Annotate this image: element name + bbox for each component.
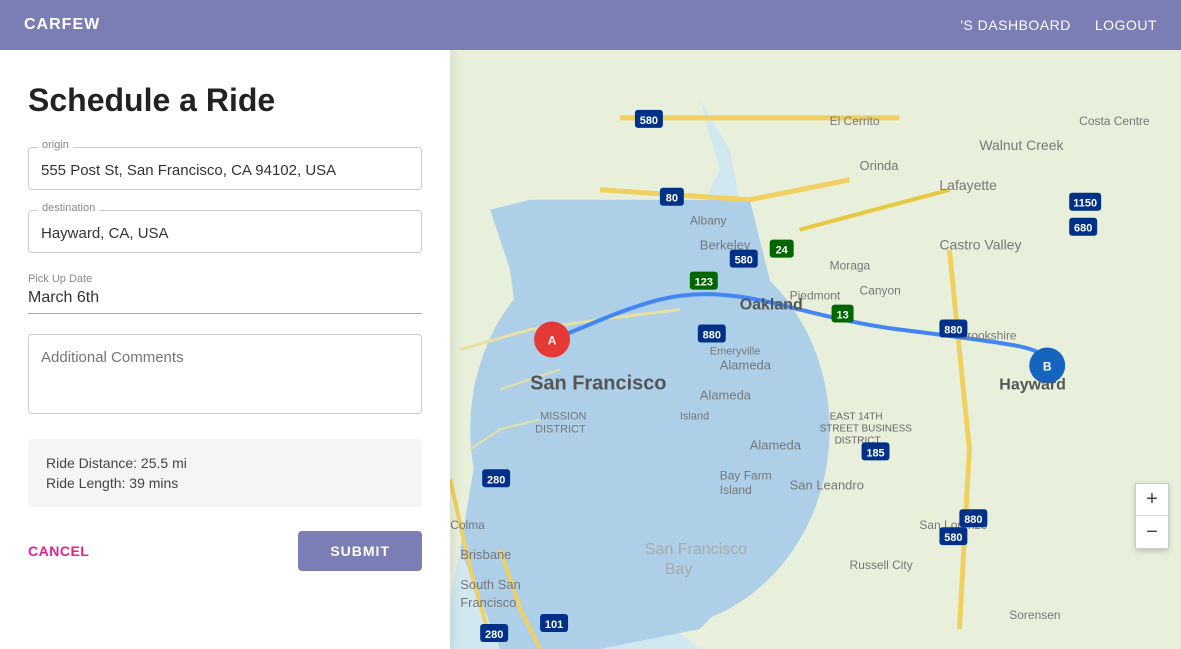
origin-field-group: origin	[28, 147, 422, 190]
svg-text:Alameda: Alameda	[750, 437, 802, 452]
svg-text:123: 123	[695, 277, 713, 289]
svg-text:Walnut Creek: Walnut Creek	[979, 137, 1063, 153]
pickup-date-value[interactable]: March 6th	[28, 289, 422, 314]
svg-text:Lafayette: Lafayette	[939, 177, 997, 193]
svg-text:880: 880	[703, 330, 721, 342]
svg-text:880: 880	[964, 514, 982, 526]
cancel-button[interactable]: CANCEL	[28, 543, 89, 559]
svg-text:Hayward: Hayward	[999, 376, 1066, 393]
submit-button[interactable]: SUBMIT	[298, 531, 422, 571]
svg-text:13: 13	[836, 310, 848, 322]
svg-text:280: 280	[485, 629, 503, 641]
svg-text:Costa Centre: Costa Centre	[1079, 114, 1150, 128]
origin-input[interactable]	[28, 147, 422, 190]
svg-text:580: 580	[944, 532, 962, 544]
svg-text:STREET BUSINESS: STREET BUSINESS	[820, 423, 913, 434]
dashboard-link[interactable]: 'S DASHBOARD	[960, 17, 1071, 33]
svg-text:MISSION: MISSION	[540, 410, 586, 422]
destination-field-group: destination	[28, 210, 422, 253]
comments-textarea[interactable]	[28, 334, 422, 414]
svg-text:185: 185	[866, 447, 884, 459]
destination-label: destination	[38, 202, 99, 214]
svg-text:El Cerrito: El Cerrito	[830, 114, 880, 128]
schedule-ride-panel: Schedule a Ride origin destination Pick …	[0, 50, 450, 649]
svg-text:Bay Farm: Bay Farm	[720, 468, 772, 482]
pickup-date-group: Pick Up Date March 6th	[28, 273, 422, 314]
origin-label: origin	[38, 139, 73, 151]
svg-text:Emeryville: Emeryville	[710, 345, 761, 357]
svg-text:580: 580	[640, 115, 658, 127]
svg-text:Island: Island	[720, 483, 752, 497]
svg-text:880: 880	[944, 325, 962, 337]
svg-text:A: A	[548, 334, 557, 348]
app-logo: CARFEW	[24, 16, 100, 34]
svg-text:1150: 1150	[1073, 198, 1097, 210]
svg-text:Alameda: Alameda	[720, 357, 772, 372]
svg-text:Bay: Bay	[665, 561, 693, 578]
logout-link[interactable]: LOGOUT	[1095, 17, 1157, 33]
app-header: CARFEW 'S DASHBOARD LOGOUT	[0, 0, 1181, 50]
ride-distance-label: Ride Distance: 25.5 mi	[46, 455, 404, 471]
svg-text:580: 580	[735, 255, 753, 267]
header-nav: 'S DASHBOARD LOGOUT	[960, 17, 1157, 33]
svg-text:San Francisco: San Francisco	[645, 541, 747, 558]
svg-text:San Francisco: San Francisco	[530, 372, 666, 394]
zoom-out-button[interactable]: −	[1136, 516, 1168, 548]
svg-text:Colma: Colma	[450, 518, 485, 532]
svg-text:B: B	[1043, 359, 1052, 373]
form-title: Schedule a Ride	[28, 82, 422, 119]
comments-group	[28, 334, 422, 419]
pickup-date-label: Pick Up Date	[28, 273, 422, 285]
svg-text:Francisco: Francisco	[460, 595, 516, 610]
svg-text:680: 680	[1074, 223, 1092, 235]
svg-text:Island: Island	[680, 410, 709, 422]
svg-text:EAST 14TH: EAST 14TH	[830, 411, 883, 422]
svg-text:Alameda: Alameda	[700, 387, 752, 402]
buttons-row: CANCEL SUBMIT	[28, 531, 422, 571]
ride-info-box: Ride Distance: 25.5 mi Ride Length: 39 m…	[28, 439, 422, 507]
svg-text:South San: South San	[460, 577, 521, 592]
svg-text:80: 80	[666, 193, 678, 205]
svg-text:101: 101	[545, 619, 563, 631]
svg-text:24: 24	[776, 245, 789, 257]
map-zoom-controls: + −	[1135, 483, 1169, 549]
svg-text:280: 280	[487, 474, 505, 486]
svg-text:Russell City: Russell City	[850, 558, 913, 572]
svg-text:Albany: Albany	[690, 214, 727, 228]
svg-text:Brisbane: Brisbane	[460, 547, 511, 562]
ride-length-label: Ride Length: 39 mins	[46, 475, 404, 491]
zoom-in-button[interactable]: +	[1136, 484, 1168, 516]
svg-text:DISTRICT: DISTRICT	[535, 423, 586, 435]
destination-input[interactable]	[28, 210, 422, 253]
svg-text:Canyon: Canyon	[860, 284, 901, 298]
svg-text:Brookshire: Brookshire	[959, 329, 1017, 343]
svg-text:Castro Valley: Castro Valley	[939, 237, 1021, 253]
svg-text:Sorensen: Sorensen	[1009, 608, 1060, 622]
svg-text:Orinda: Orinda	[860, 158, 900, 173]
svg-text:Moraga: Moraga	[830, 259, 871, 273]
svg-text:San Leandro: San Leandro	[790, 477, 864, 492]
svg-text:Piedmont: Piedmont	[790, 289, 841, 303]
